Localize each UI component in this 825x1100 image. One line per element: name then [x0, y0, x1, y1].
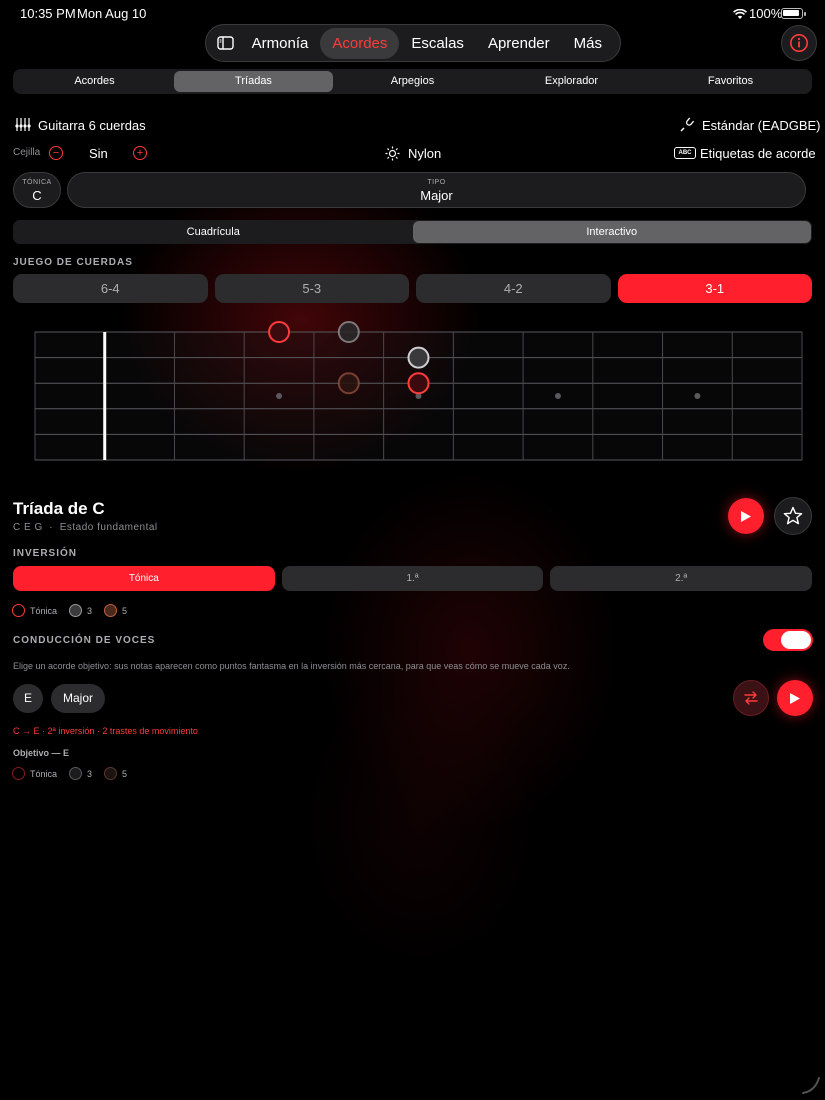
fret-inlay-dot — [694, 393, 701, 399]
background-glow — [0, 0, 825, 1100]
nav-mas[interactable]: Más — [562, 28, 614, 59]
legend-root-label: Tónica — [30, 605, 58, 616]
nav-armonia[interactable]: Armonía — [240, 28, 321, 59]
fret-inlay-dot — [554, 393, 561, 399]
chord-notes: C E G — [13, 522, 43, 533]
string-set-3-1[interactable]: 3-1 — [617, 274, 812, 303]
view-grid-option[interactable]: Cuadrícula — [14, 221, 413, 243]
string-sets-title: JUEGO DE CUERDAS — [13, 257, 133, 268]
info-button[interactable] — [781, 25, 817, 61]
fret-note-root — [407, 372, 430, 395]
legend-fifth-dot — [104, 604, 118, 617]
target-legend-root-dot — [12, 767, 25, 780]
abc-label-icon: ABC — [674, 147, 696, 159]
tab-explorador[interactable]: Explorador — [492, 71, 651, 92]
target-legend-third-label: 3 — [87, 768, 93, 779]
inversion-title: INVERSIÓN — [13, 548, 78, 559]
chord-state: Estado fundamental — [59, 522, 158, 533]
top-navigation: Armonía Acordes Escalas Aprender Más — [205, 24, 621, 62]
target-legend: Tónica 3 5 — [12, 767, 127, 780]
info-icon — [790, 34, 808, 52]
legend-fifth-label: 5 — [122, 605, 128, 616]
voice-leading-description: Elige un acorde objetivo: sus notas apar… — [13, 661, 570, 671]
tab-favoritos[interactable]: Favoritos — [651, 71, 810, 92]
root-selector[interactable]: TÓNICA C — [13, 172, 61, 208]
voice-leading-title: CONDUCCIÓN DE VOCES — [13, 635, 156, 646]
fret-note-root — [268, 321, 291, 343]
tuning-fork-icon — [680, 117, 695, 137]
root-value: C — [32, 188, 42, 203]
play-voice-leading-button[interactable] — [777, 680, 813, 716]
string-set-6-4[interactable]: 6-4 — [13, 274, 208, 303]
chord-title: Tríada de C — [13, 499, 105, 518]
chord-type-label: TIPO — [427, 179, 446, 186]
view-interactive-option[interactable]: Interactivo — [412, 221, 811, 243]
inversion-root[interactable]: Tónica — [13, 566, 275, 591]
inversion-first[interactable]: 1.ª — [281, 566, 544, 591]
play-icon — [741, 510, 751, 522]
sidebar-toggle-button[interactable] — [212, 28, 240, 58]
status-time: 10:35 PM — [20, 6, 76, 21]
target-legend-fifth-dot — [104, 767, 118, 780]
nav-escalas[interactable]: Escalas — [399, 28, 476, 59]
fret-note-root — [337, 372, 360, 395]
sun-icon — [385, 146, 400, 166]
note-legend: Tónica 3 5 — [12, 604, 127, 617]
tab-acordes[interactable]: Acordes — [15, 71, 174, 92]
nav-acordes[interactable]: Acordes — [320, 27, 400, 59]
string-set-4-2[interactable]: 4-2 — [416, 274, 611, 303]
inversion-selector: Tónica 1.ª 2.ª — [13, 566, 813, 591]
swap-chords-button[interactable] — [733, 680, 769, 716]
chord-type-selector[interactable]: TIPO Major — [67, 172, 806, 208]
target-legend-third-dot — [69, 767, 83, 780]
capo-value: Sin — [89, 146, 108, 161]
string-set-5-3[interactable]: 5-3 — [214, 274, 409, 303]
wifi-icon — [733, 7, 747, 25]
fret-note-third — [407, 346, 430, 369]
string-type-selector[interactable]: Nylon — [408, 146, 441, 161]
capo-decrease-button[interactable]: − — [49, 146, 63, 160]
nav-aprender[interactable]: Aprender — [476, 28, 562, 59]
target-legend-fifth-label: 5 — [122, 768, 128, 779]
status-date: Mon Aug 10 — [77, 6, 147, 21]
instrument-selector[interactable]: Guitarra 6 cuerdas — [38, 118, 146, 133]
target-label: Objetivo — E — [13, 748, 70, 758]
target-root-button[interactable]: E — [13, 684, 43, 713]
voice-leading-result: C → E · 2ª inversión · 2 trastes de movi… — [13, 726, 198, 736]
capo-increase-button[interactable]: + — [133, 146, 147, 160]
tuning-selector[interactable]: Estándar (EADGBE) — [702, 118, 821, 133]
star-icon — [783, 506, 803, 525]
tab-triadas[interactable]: Tríadas — [174, 71, 333, 92]
resize-handle-icon — [801, 1075, 821, 1100]
swap-icon — [744, 691, 758, 705]
chord-type-value: Major — [420, 188, 453, 203]
battery-percent: 100% — [749, 6, 783, 21]
target-legend-root-label: Tónica — [30, 768, 58, 779]
sidebar-icon — [217, 36, 235, 50]
sub-tab-bar: Acordes Tríadas Arpegios Explorador Favo… — [13, 69, 812, 94]
target-type-button[interactable]: Major — [51, 684, 105, 713]
play-icon — [790, 692, 800, 704]
fretboard[interactable]: 012345678910 — [0, 310, 825, 485]
inversion-second[interactable]: 2.ª — [550, 566, 813, 591]
root-label: TÓNICA — [22, 179, 52, 186]
view-mode-control: Cuadrícula Interactivo — [13, 220, 812, 244]
legend-root-dot — [12, 604, 25, 617]
favorite-button[interactable] — [774, 497, 812, 535]
chord-labels-toggle[interactable]: Etiquetas de acorde — [700, 146, 816, 161]
chord-subtitle: C E G · Estado fundamental — [13, 522, 158, 533]
guitar-strings-icon — [14, 117, 32, 137]
fret-note-fifth — [337, 321, 360, 343]
play-chord-button[interactable] — [728, 498, 764, 534]
string-set-selector: 6-4 5-3 4-2 3-1 — [13, 274, 812, 303]
subtitle-separator: · — [49, 522, 54, 533]
tab-arpegios[interactable]: Arpegios — [333, 71, 492, 92]
legend-third-label: 3 — [87, 605, 93, 616]
capo-label: Cejilla — [13, 147, 41, 158]
battery-icon — [781, 8, 806, 19]
legend-third-dot — [69, 604, 83, 617]
voice-leading-toggle[interactable] — [763, 629, 813, 651]
fret-inlay-dot — [276, 393, 283, 399]
